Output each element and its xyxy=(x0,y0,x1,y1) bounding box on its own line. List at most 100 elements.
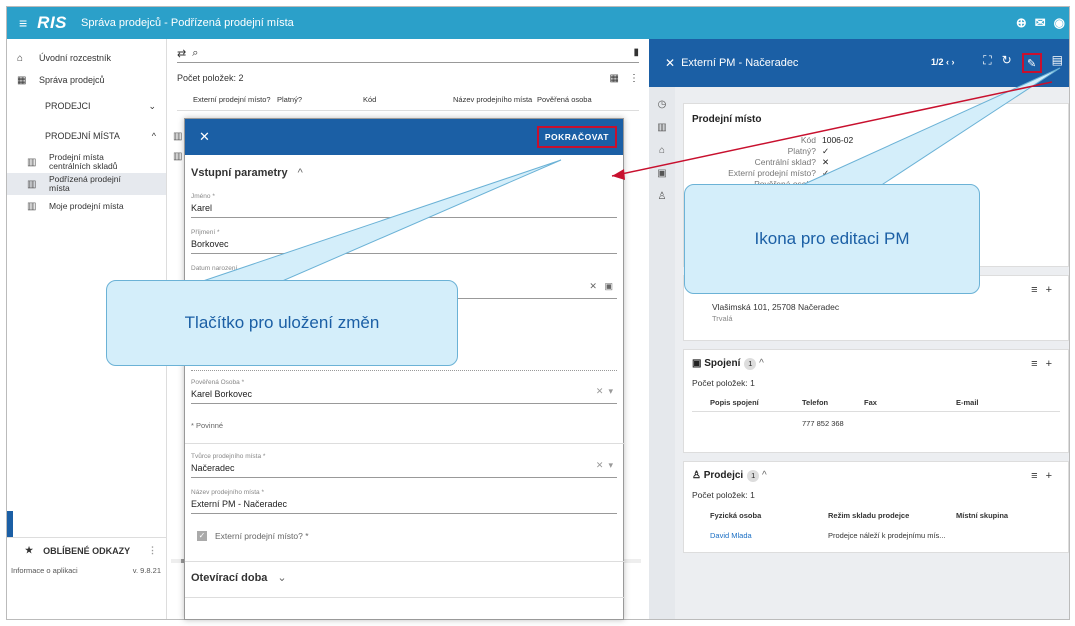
column-header[interactable]: Fax xyxy=(864,398,956,407)
app-info-label: Informace o aplikaci xyxy=(11,566,78,575)
table-row[interactable]: David Mlada Prodejce náleží k prodejnímu… xyxy=(692,524,1060,546)
column-header[interactable]: Kód xyxy=(363,95,453,110)
more-icon[interactable]: ⋮ xyxy=(148,545,157,556)
column-header[interactable]: Platný? xyxy=(277,95,363,110)
person-icon: ♙ xyxy=(692,470,701,481)
section-label: PRODEJCI xyxy=(45,101,91,111)
sidebar-section-sellers[interactable]: PRODEJCI ⌄ xyxy=(7,91,166,121)
chevron-left-icon[interactable]: ‹ xyxy=(946,57,949,67)
detail-value: ✓ xyxy=(822,146,830,156)
app-info[interactable]: Informace o aplikaci v. 9.8.21 xyxy=(11,566,161,575)
sellers-title: ♙ Prodejci 1 ^ xyxy=(692,470,767,482)
checkbox-label: Externí prodejní místo? * xyxy=(215,531,309,541)
favorites-section[interactable]: ★ OBLÍBENÉ ODKAZY ⋮ xyxy=(7,537,167,563)
checkbox-checked-icon: ✓ xyxy=(197,531,207,541)
section-hours-title[interactable]: Otevírací doba ⌄ xyxy=(191,571,287,584)
external-checkbox[interactable]: ✓ Externí prodejní místo? * xyxy=(197,531,309,541)
building-icon[interactable]: ▥ xyxy=(649,122,675,133)
clear-icon[interactable]: ✕ xyxy=(596,460,604,470)
edit-button[interactable]: ✎ xyxy=(1021,53,1042,73)
sidebar-item-my-places[interactable]: ▥ Moje prodejní místa xyxy=(7,195,166,217)
building-icon: ▥ xyxy=(173,151,183,162)
sidebar-item-central-places[interactable]: ▥ Prodejní místa centrálních skladů xyxy=(7,151,166,173)
detail-key: Platný? xyxy=(787,146,816,156)
side-rail: ◷ ▥ ⌂ ▣ ♙ xyxy=(649,87,675,619)
history-icon[interactable]: ◷ xyxy=(649,99,675,110)
person-field[interactable]: Pověřená Osoba * Karel Borkovec ✕ ▾ xyxy=(191,379,617,404)
column-header[interactable]: Externí prodejní místo? xyxy=(177,95,277,110)
chevron-down-icon: ⌄ xyxy=(277,572,287,584)
add-icon[interactable]: ⊕ xyxy=(1016,15,1027,31)
stock-mode-cell: Prodejce náleží k prodejnímu mís... xyxy=(828,530,946,540)
chevron-up-icon[interactable]: ^ xyxy=(762,470,767,481)
sidebar-item-sellers-admin[interactable]: ▦ Správa prodejců xyxy=(7,69,166,91)
sidebar-item-home[interactable]: ⌂ Úvodní rozcestník xyxy=(7,47,166,69)
top-bar: ≡ RIS Správa prodejců - Podřízená prodej… xyxy=(7,7,1069,39)
grid-icon: ▦ xyxy=(17,74,27,86)
user-icon[interactable]: ◉ xyxy=(1054,15,1065,31)
view-icon[interactable]: ▦ xyxy=(610,73,619,84)
chevron-down-icon[interactable]: ▾ xyxy=(608,386,613,396)
refresh-icon[interactable]: ↻ xyxy=(1002,53,1012,73)
card-tools[interactable]: ≡+ xyxy=(1031,284,1060,296)
column-header[interactable]: Popis spojení xyxy=(692,398,802,407)
chevron-up-icon[interactable]: ^ xyxy=(759,358,764,369)
field-label: Pověřená Osoba * xyxy=(191,379,245,386)
field-value: Karel xyxy=(191,203,213,213)
pager: 1/2 ‹ › xyxy=(931,57,955,67)
calendar-icon[interactable]: ▣ xyxy=(604,281,613,291)
phone-cell: 777 852 368 xyxy=(802,418,844,428)
column-header[interactable]: Telefon xyxy=(802,398,864,407)
chevron-down-icon: ⌄ xyxy=(148,100,156,111)
chevron-down-icon[interactable]: ▾ xyxy=(608,460,613,470)
fullscreen-icon[interactable]: ⛶ xyxy=(983,53,991,73)
detail-row: Externí prodejní místo? ✓ xyxy=(692,168,1060,179)
search-bar[interactable]: ⇄ ⌕ ▮ xyxy=(177,45,639,63)
sidebar-section-places[interactable]: PRODEJNÍ MÍSTA ^ xyxy=(7,121,166,151)
divider xyxy=(185,597,625,598)
clear-icon[interactable]: ✕ xyxy=(596,386,604,396)
section-params-title[interactable]: Vstupní parametry ^ xyxy=(191,167,623,179)
close-icon[interactable]: ✕ xyxy=(665,56,675,70)
column-header[interactable]: E-mail xyxy=(956,398,1036,407)
column-header[interactable]: Fyzická osoba xyxy=(692,511,828,520)
app-logo: RIS xyxy=(37,13,68,32)
field-value: Borkovec xyxy=(191,239,229,249)
column-header[interactable]: Název prodejního místa xyxy=(453,95,537,110)
save-callout: Tlačítko pro uložení změn xyxy=(106,280,458,366)
save-icon[interactable]: ▤ xyxy=(1052,53,1063,73)
address-icon[interactable]: ⌂ xyxy=(649,145,675,156)
columns-icon[interactable]: ▮ xyxy=(633,47,639,58)
section-label: PRODEJNÍ MÍSTA xyxy=(45,131,120,141)
filter-icon[interactable]: ⇄ xyxy=(177,47,186,60)
contact-card-icon[interactable]: ▣ xyxy=(649,168,675,179)
column-header[interactable]: Místní skupina xyxy=(956,511,1046,520)
card-tools[interactable]: ≡+ xyxy=(1031,470,1060,482)
contact-card-icon: ▣ xyxy=(692,358,702,369)
more-icon[interactable]: ⋮ xyxy=(629,73,639,84)
first-name-field[interactable]: Jméno * Karel xyxy=(191,193,617,218)
building-icon: ▥ xyxy=(27,156,37,168)
seller-link[interactable]: David Mlada xyxy=(692,531,828,540)
creator-field[interactable]: Tvůrce prodejního místa * Načeradec ✕ ▾ xyxy=(191,453,617,478)
column-header[interactable]: Režim skladu prodejce xyxy=(828,511,956,520)
clear-icon[interactable]: ✕ xyxy=(589,281,597,291)
detail-row: Centrální sklad? ✕ xyxy=(692,157,1060,168)
last-name-field[interactable]: Příjmení * Borkovec xyxy=(191,229,617,254)
sidebar-item-subordinate-places[interactable]: ▥ Podřízená prodejní místa xyxy=(7,173,166,195)
field-label: Název prodejního místa * xyxy=(191,489,264,496)
table-row[interactable]: 777 852 368 xyxy=(692,412,1060,434)
card-tools[interactable]: ≡+ xyxy=(1031,358,1060,370)
menu-icon[interactable]: ≡ xyxy=(19,15,27,31)
sidebar-item-label: Správa prodejců xyxy=(39,75,105,85)
place-name-field[interactable]: Název prodejního místa * Externí PM - Na… xyxy=(191,489,617,514)
notifications-icon[interactable]: ✉ xyxy=(1035,15,1046,31)
field-value: Karel Borkovec xyxy=(191,389,253,399)
continue-button[interactable]: POKRAČOVAT xyxy=(536,126,617,148)
person-icon[interactable]: ♙ xyxy=(649,191,675,202)
chevron-right-icon[interactable]: › xyxy=(952,57,955,67)
close-icon[interactable]: ✕ xyxy=(199,129,210,145)
dialog-header: ✕ POKRAČOVAT xyxy=(185,119,623,155)
column-header[interactable]: Pověřená osoba xyxy=(537,95,617,110)
detail-value: ✓ xyxy=(822,168,830,178)
